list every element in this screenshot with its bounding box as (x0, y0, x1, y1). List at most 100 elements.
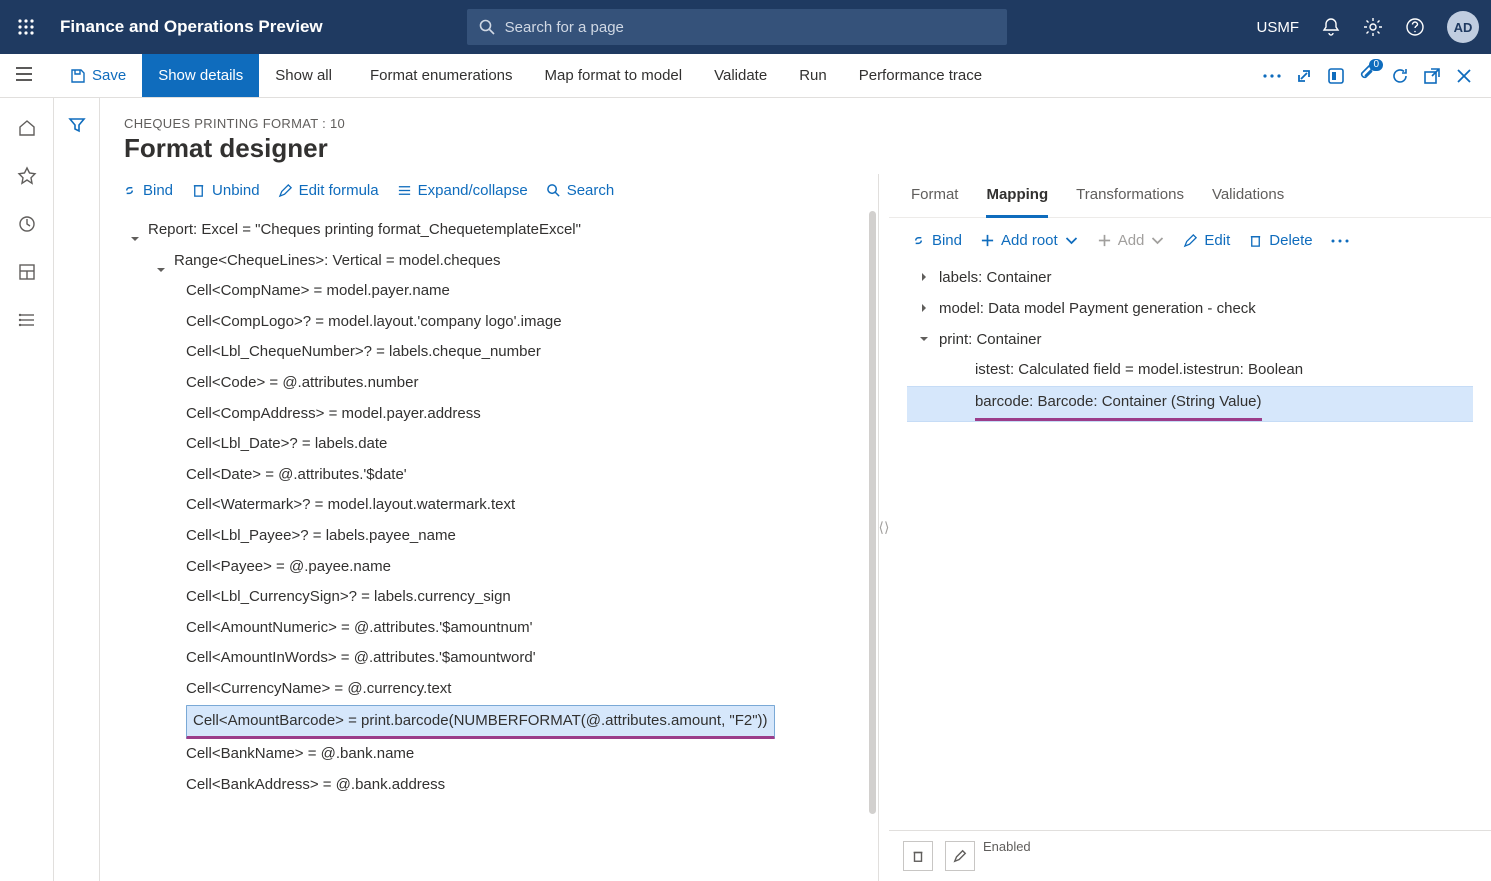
chevron-down-icon (1150, 233, 1165, 248)
mapping-tree[interactable]: labels: Container model: Data model Paym… (889, 257, 1491, 428)
mapping-node-istest[interactable]: istest: Calculated field = model.istestr… (907, 355, 1473, 386)
edit-property-button[interactable] (945, 841, 975, 871)
add-root-button[interactable]: Add root (980, 232, 1079, 249)
action-bar: Save Show details Show all Format enumer… (0, 54, 1491, 98)
gear-icon[interactable] (1363, 17, 1383, 37)
tree-node-cell[interactable]: Cell<BankAddress> = @.bank.address (122, 770, 866, 801)
refresh-icon[interactable] (1391, 67, 1409, 85)
mapping-pane: Format Mapping Transformations Validatio… (889, 174, 1491, 881)
modules-icon[interactable] (17, 310, 37, 330)
add-button[interactable]: Add (1097, 232, 1166, 249)
expand-collapse-button[interactable]: Expand/collapse (397, 182, 528, 199)
tree-node-cell[interactable]: Cell<Watermark>? = model.layout.watermar… (122, 490, 866, 521)
performance-trace-button[interactable]: Performance trace (843, 54, 998, 97)
tree-node-cell[interactable]: Cell<CompAddress> = model.payer.address (122, 399, 866, 430)
tree-node-cell[interactable]: Cell<Lbl_Payee>? = labels.payee_name (122, 521, 866, 552)
save-label: Save (92, 67, 126, 84)
pane-splitter[interactable]: ⟨⟩ (879, 174, 889, 881)
tree-node-root[interactable]: Report: Excel = "Cheques printing format… (122, 215, 866, 246)
left-nav-rail (0, 98, 54, 881)
mapping-node-print[interactable]: print: Container (907, 325, 1473, 356)
tree-node-cell[interactable]: Cell<Date> = @.attributes.'$date' (122, 460, 866, 491)
user-avatar[interactable]: AD (1447, 11, 1479, 43)
action-search-button[interactable] (998, 54, 1030, 97)
tree-node-cell[interactable]: Cell<Lbl_Date>? = labels.date (122, 429, 866, 460)
link-icon[interactable] (1295, 67, 1313, 85)
clock-icon[interactable] (17, 214, 37, 234)
caret-down-icon (919, 334, 929, 344)
property-bar: Enabled (889, 830, 1491, 881)
tree-node-cell[interactable]: Cell<CompLogo>? = model.layout.'company … (122, 307, 866, 338)
main-content: CHEQUES PRINTING FORMAT : 10 Format desi… (100, 98, 1491, 881)
company-code[interactable]: USMF (1257, 19, 1300, 36)
tab-format[interactable]: Format (911, 182, 959, 217)
tree-node-cell[interactable]: Cell<Code> = @.attributes.number (122, 368, 866, 399)
show-all-button[interactable]: Show all (259, 54, 354, 97)
tree-node-cell[interactable]: Cell<AmountNumeric> = @.attributes.'$amo… (122, 613, 866, 644)
page-title: Format designer (100, 133, 1491, 174)
mapping-bind-button[interactable]: Bind (911, 232, 962, 249)
actionbar-right-icons: 0 (1263, 54, 1491, 97)
filter-pane-toggle[interactable] (54, 98, 100, 881)
caret-right-icon (919, 272, 929, 282)
delete-button[interactable]: Delete (1248, 232, 1312, 249)
tree-node-cell[interactable]: Cell<Payee> = @.payee.name (122, 552, 866, 583)
app-launcher-icon[interactable] (12, 13, 40, 41)
hamburger-icon[interactable] (14, 64, 34, 87)
unbind-button[interactable]: Unbind (191, 182, 260, 199)
edit-formula-button[interactable]: Edit formula (278, 182, 379, 199)
mapping-node-labels[interactable]: labels: Container (907, 263, 1473, 294)
more-icon[interactable] (1263, 67, 1281, 85)
show-all-label: Show all (275, 67, 332, 84)
office-icon[interactable] (1327, 67, 1345, 85)
tab-validations[interactable]: Validations (1212, 182, 1284, 217)
search-icon (479, 19, 495, 35)
close-icon[interactable] (1455, 67, 1473, 85)
global-search[interactable]: Search for a page (467, 9, 1007, 45)
star-icon[interactable] (17, 166, 37, 186)
caret-down-icon (130, 234, 140, 244)
bell-icon[interactable] (1321, 17, 1341, 37)
right-tabs: Format Mapping Transformations Validatio… (889, 174, 1491, 218)
tree-node-range[interactable]: Range<ChequeLines>: Vertical = model.che… (122, 246, 866, 277)
tree-node-cell[interactable]: Cell<BankName> = @.bank.name (122, 739, 866, 770)
run-button[interactable]: Run (783, 54, 843, 97)
show-details-label: Show details (158, 67, 243, 84)
tab-mapping[interactable]: Mapping (986, 182, 1048, 218)
scrollbar[interactable] (869, 211, 876, 814)
format-toolbar: Bind Unbind Edit formula Expand/collapse (100, 174, 878, 211)
show-details-button[interactable]: Show details (142, 54, 259, 97)
map-format-button[interactable]: Map format to model (529, 54, 699, 97)
tree-node-cell[interactable]: Cell<CompName> = model.payer.name (122, 276, 866, 307)
tree-node-cell[interactable]: Cell<Lbl_ChequeNumber>? = labels.cheque_… (122, 337, 866, 368)
topnav-right: USMF AD (1257, 11, 1480, 43)
popout-icon[interactable] (1423, 67, 1441, 85)
workspace-icon[interactable] (17, 262, 37, 282)
mapping-node-model[interactable]: model: Data model Payment generation - c… (907, 294, 1473, 325)
enabled-label: Enabled (983, 839, 1031, 854)
validate-button[interactable]: Validate (698, 54, 783, 97)
tree-node-selected[interactable]: Cell<AmountBarcode> = print.barcode(NUMB… (122, 705, 866, 740)
brand-title: Finance and Operations Preview (60, 17, 323, 37)
tree-node-cell[interactable]: Cell<CurrencyName> = @.currency.text (122, 674, 866, 705)
format-enumerations-button[interactable]: Format enumerations (354, 54, 529, 97)
badge-count: 0 (1369, 59, 1383, 71)
more-icon[interactable] (1331, 239, 1349, 243)
mapping-node-barcode[interactable]: barcode: Barcode: Container (String Valu… (907, 386, 1473, 422)
tree-node-cell[interactable]: Cell<Lbl_CurrencySign>? = labels.currenc… (122, 582, 866, 613)
mapping-toolbar: Bind Add root Add Edit (889, 218, 1491, 257)
home-icon[interactable] (17, 118, 37, 138)
top-nav: Finance and Operations Preview Search fo… (0, 0, 1491, 54)
save-button[interactable]: Save (54, 54, 142, 97)
edit-button[interactable]: Edit (1183, 232, 1230, 249)
help-icon[interactable] (1405, 17, 1425, 37)
search-placeholder: Search for a page (505, 19, 624, 36)
chevron-down-icon (1064, 233, 1079, 248)
tree-search-button[interactable]: Search (546, 182, 615, 199)
attachments-icon[interactable]: 0 (1359, 65, 1377, 87)
tree-node-cell[interactable]: Cell<AmountInWords> = @.attributes.'$amo… (122, 643, 866, 674)
format-tree[interactable]: Report: Excel = "Cheques printing format… (100, 211, 878, 881)
delete-property-button[interactable] (903, 841, 933, 871)
bind-button[interactable]: Bind (122, 182, 173, 199)
tab-transformations[interactable]: Transformations (1076, 182, 1184, 217)
